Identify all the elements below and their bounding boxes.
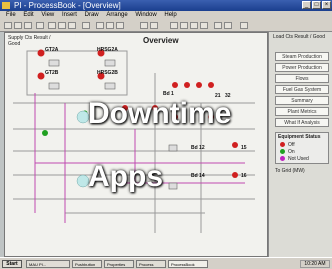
- equipment-label[interactable]: GT2B: [45, 70, 58, 76]
- toolbar: [0, 20, 332, 32]
- print-icon[interactable]: [36, 22, 44, 29]
- equipment-label[interactable]: GT2A: [45, 47, 58, 53]
- taskbar-item[interactable]: Process: [136, 260, 166, 268]
- nav-plant-metrics-button[interactable]: Plant Metrics: [275, 107, 329, 116]
- taskbar-item[interactable]: ProcessBook: [168, 260, 208, 268]
- equipment-label[interactable]: Bd 14: [191, 173, 205, 179]
- close-button[interactable]: ×: [322, 1, 331, 9]
- start-button[interactable]: Start: [2, 260, 22, 268]
- maximize-button[interactable]: □: [312, 1, 321, 9]
- build-icon[interactable]: [224, 22, 232, 29]
- taskbar-item[interactable]: MAU PI...: [26, 260, 70, 268]
- legend-title: Equipment Status: [278, 134, 321, 140]
- equipment-label[interactable]: HRSG2B: [97, 70, 118, 76]
- copy-icon[interactable]: [58, 22, 66, 29]
- status-dot-icon: [280, 149, 285, 154]
- menu-window[interactable]: Window: [135, 12, 156, 18]
- undo-icon[interactable]: [82, 22, 90, 29]
- menu-file[interactable]: File: [6, 12, 16, 18]
- navigation-panel: Load Cts Result / Good Steam Production …: [268, 32, 332, 257]
- app-icon: [2, 2, 10, 9]
- bar-icon[interactable]: [190, 22, 198, 29]
- symbol-icon[interactable]: [200, 22, 208, 29]
- open-icon[interactable]: [14, 22, 22, 29]
- menu-bar: File Edit View Insert Draw Arrange Windo…: [0, 11, 332, 20]
- legend-item: On: [280, 149, 295, 155]
- menu-insert[interactable]: Insert: [62, 12, 77, 18]
- run-icon[interactable]: [214, 22, 222, 29]
- rect-tool-icon[interactable]: [116, 22, 124, 29]
- legend-item: Not Used: [280, 156, 309, 162]
- taskbar: Start MAU PI... Pushbutton Properties Pr…: [0, 257, 332, 269]
- minimize-button[interactable]: _: [302, 1, 311, 9]
- nav-flows-button[interactable]: Flows: [275, 74, 329, 83]
- help-icon[interactable]: [240, 22, 248, 29]
- process-diagram: [13, 49, 255, 233]
- nav-power-production-button[interactable]: Power Production: [275, 63, 329, 72]
- clock: 10:20 AM: [300, 260, 330, 268]
- nav-summary-button[interactable]: Summary: [275, 96, 329, 105]
- legend-item: Off: [280, 142, 295, 148]
- equipment-label[interactable]: HRSG2A: [97, 47, 118, 53]
- taskbar-item[interactable]: Pushbutton: [72, 260, 102, 268]
- equipment-status-legend: Equipment Status Off On Not Used: [275, 132, 329, 164]
- pointer-icon[interactable]: [96, 22, 104, 29]
- menu-edit[interactable]: Edit: [23, 12, 33, 18]
- save-icon[interactable]: [24, 22, 32, 29]
- trend-icon[interactable]: [170, 22, 178, 29]
- nav-what-if-button[interactable]: What If Analysis: [275, 118, 329, 127]
- menu-arrange[interactable]: Arrange: [106, 12, 127, 18]
- title-bar: PI - ProcessBook - [Overview] _ □ ×: [0, 0, 332, 11]
- new-icon[interactable]: [4, 22, 12, 29]
- equipment-label[interactable]: Bd 12: [191, 145, 205, 151]
- menu-view[interactable]: View: [41, 12, 54, 18]
- cut-icon[interactable]: [48, 22, 56, 29]
- taskbar-item[interactable]: Properties: [104, 260, 134, 268]
- pan-icon[interactable]: [150, 22, 158, 29]
- status-value: 15: [241, 145, 247, 151]
- nav-steam-production-button[interactable]: Steam Production: [275, 52, 329, 61]
- status-value: 16: [241, 173, 247, 179]
- load-header: Load Cts Result / Good: [273, 34, 325, 40]
- nav-fuel-gas-button[interactable]: Fuel Gas System: [275, 85, 329, 94]
- menu-help[interactable]: Help: [164, 12, 176, 18]
- paste-icon[interactable]: [68, 22, 76, 29]
- line-tool-icon[interactable]: [106, 22, 114, 29]
- menu-draw[interactable]: Draw: [85, 12, 99, 18]
- window-title: PI - ProcessBook - [Overview]: [14, 1, 121, 10]
- zoom-icon[interactable]: [140, 22, 148, 29]
- value-icon[interactable]: [180, 22, 188, 29]
- overlay-title-line2: Apps: [88, 160, 163, 193]
- grid-output-label: To Grid (MW): [275, 168, 305, 174]
- overlay-title-line1: Downtime: [88, 97, 232, 130]
- status-dot-icon: [280, 156, 285, 161]
- status-dot-icon: [280, 142, 285, 147]
- overview-display: Supply Cts Result / Good Overview GT2A H…: [4, 32, 268, 257]
- screenshot: PI - ProcessBook - [Overview] _ □ × File…: [0, 0, 332, 269]
